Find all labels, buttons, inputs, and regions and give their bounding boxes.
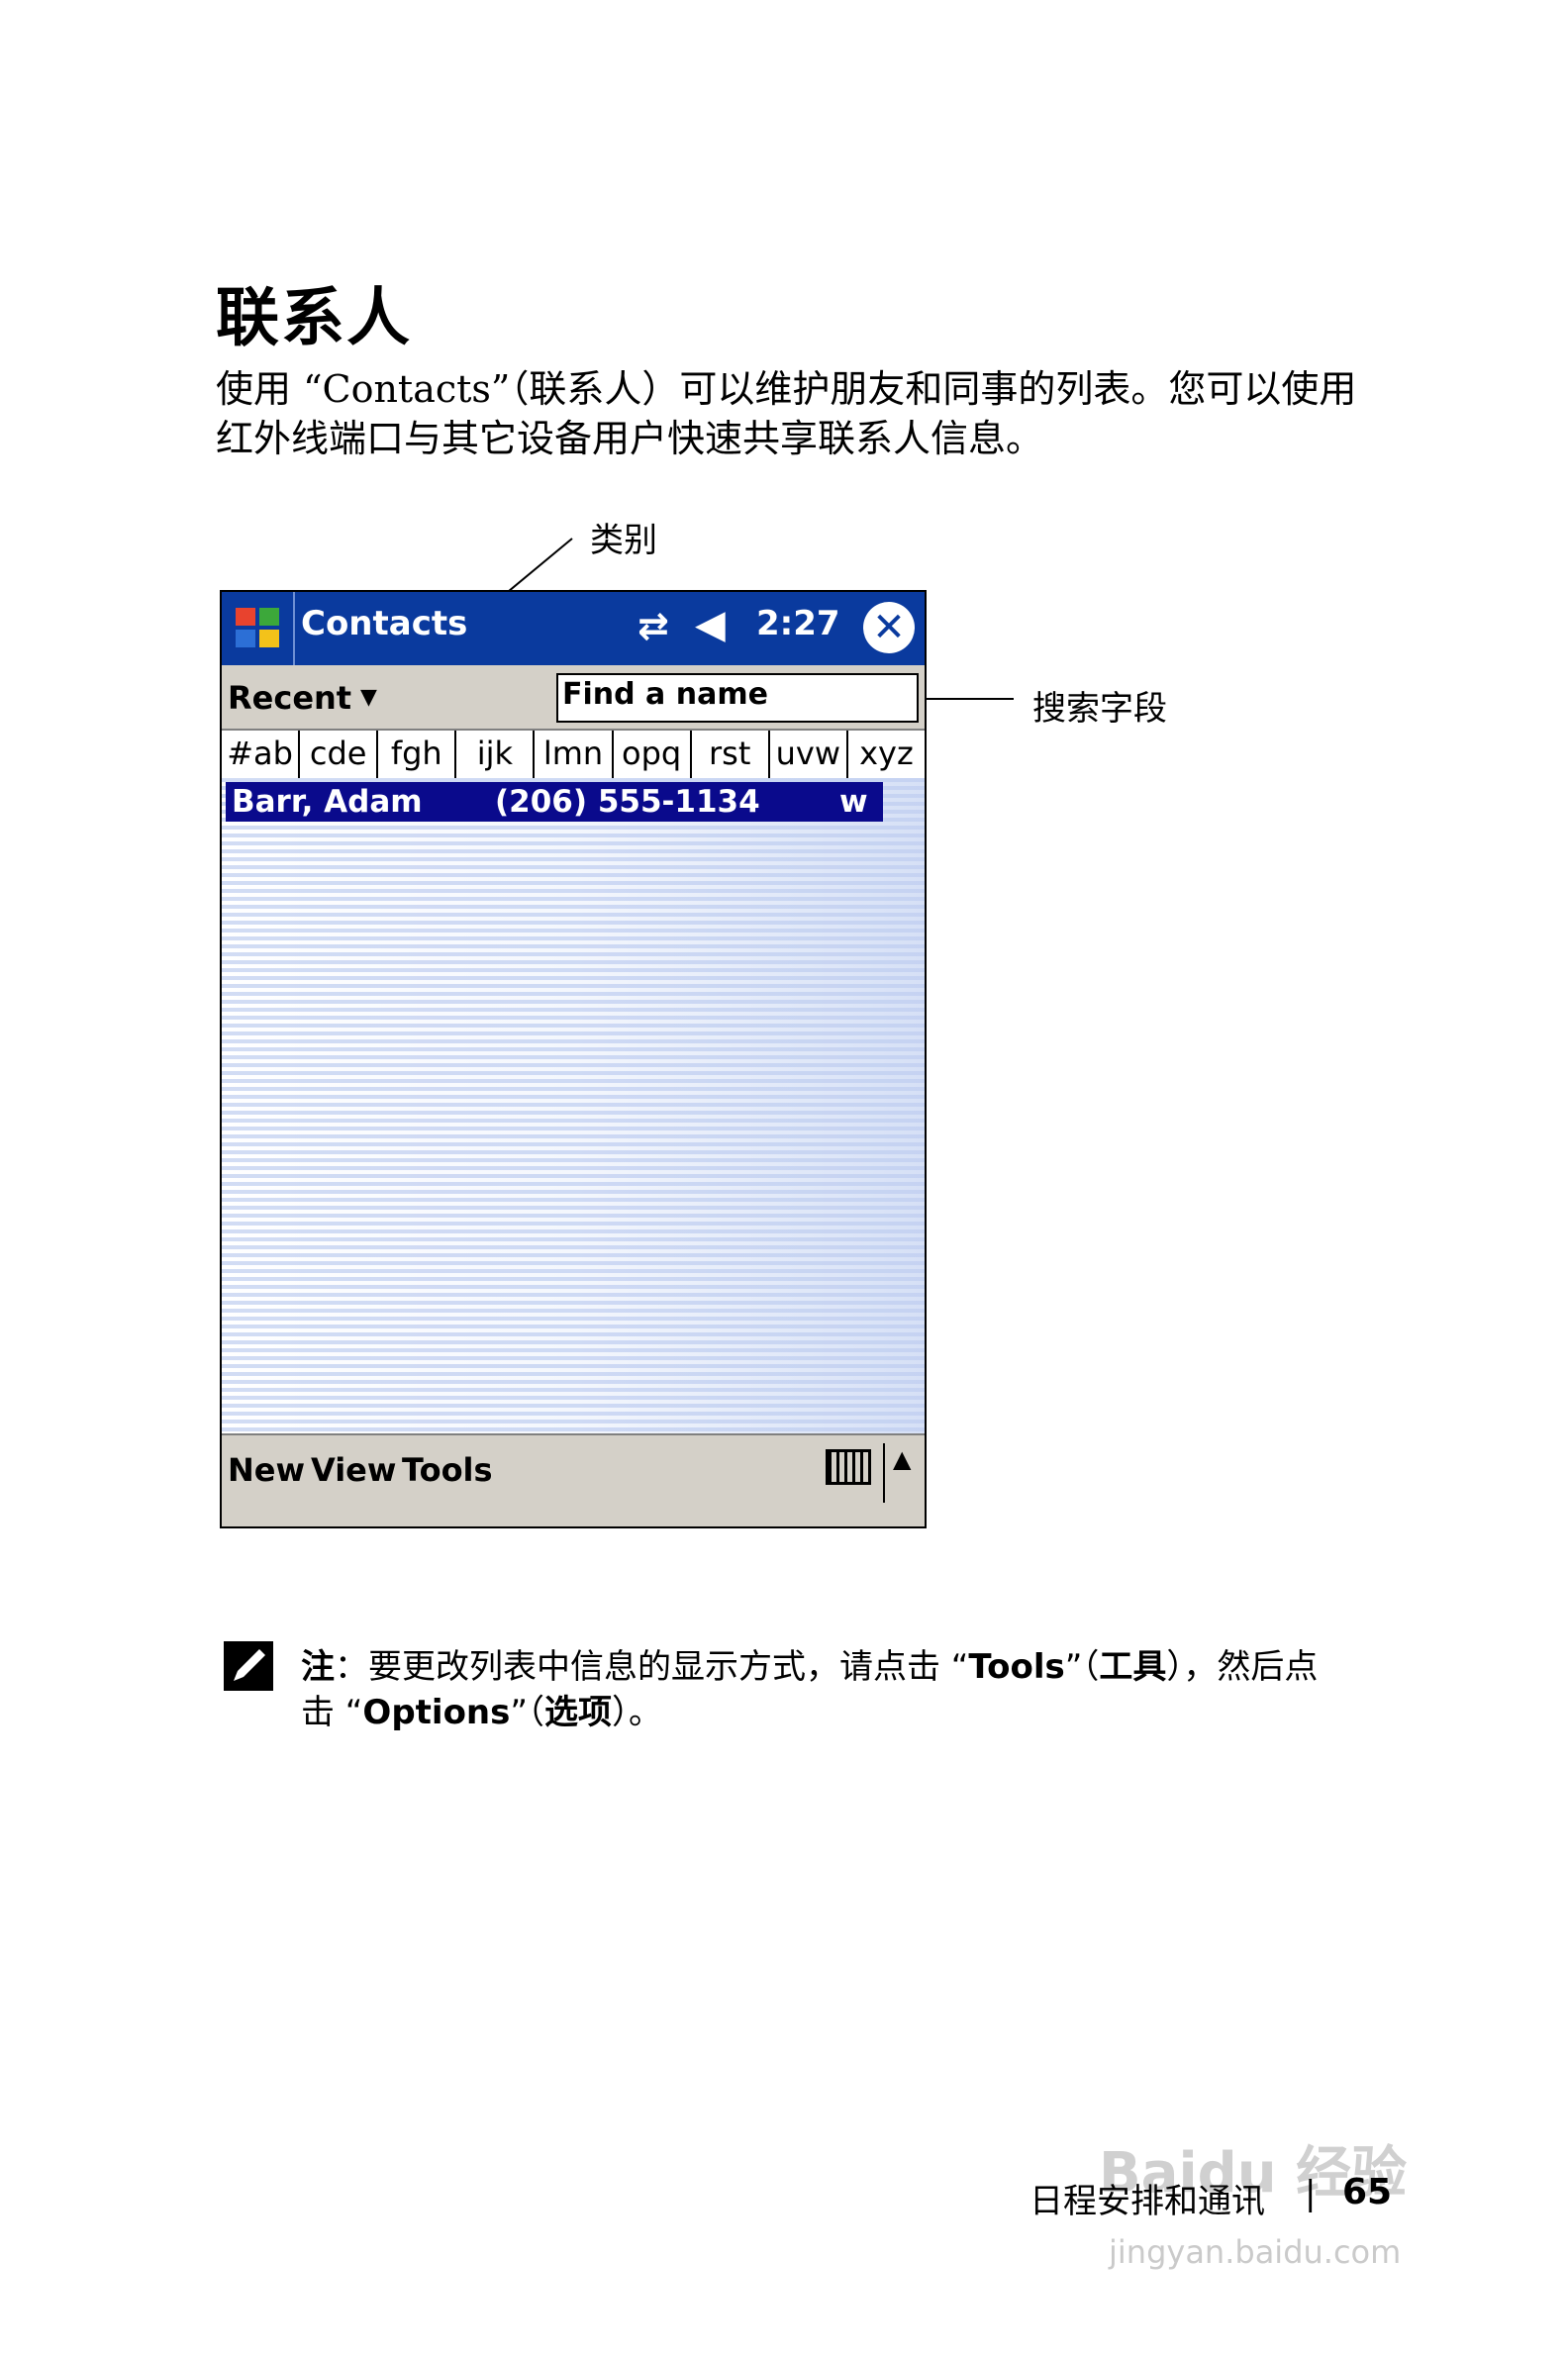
alpha-tab-lmn[interactable]: lmn <box>535 731 614 778</box>
title-bar: Contacts ⇄ ◀ 2:27 ✕ <box>222 592 925 665</box>
alpha-tab-ijk[interactable]: ijk <box>456 731 536 778</box>
alpha-tab-ab[interactable]: #ab <box>222 731 301 778</box>
windows-flag-icon <box>236 608 279 647</box>
note-pencil-icon <box>224 1641 273 1691</box>
contact-phone-type: w <box>839 784 868 820</box>
alphabet-tabs: #ab cde fgh ijk lmn opq rst uvw xyz <box>222 729 925 780</box>
keyboard-icon[interactable] <box>826 1449 871 1485</box>
intro-paragraph-line-1: 使用 “Contacts”（联系人）可以维护朋友和同事的列表。您可以使用 <box>216 367 1357 411</box>
page-number: 65 <box>1342 2172 1393 2212</box>
alpha-tab-rst[interactable]: rst <box>692 731 770 778</box>
contact-list: Barr, Adam (206) 555-1134 w <box>222 778 925 1433</box>
contacts-toolbar: Recent ▼ Find a name <box>222 665 925 729</box>
pocketpc-screenshot: Contacts ⇄ ◀ 2:27 ✕ Recent ▼ Find a name… <box>220 590 927 1528</box>
callout-search-field-label: 搜索字段 <box>1032 689 1167 729</box>
app-title: Contacts <box>301 604 468 643</box>
alpha-tab-fgh[interactable]: fgh <box>378 731 457 778</box>
note-line-1: 注：要更改列表中信息的显示方式，请点击 “Tools”（工具），然后点 <box>301 1647 1319 1687</box>
callout-category-label: 类别 <box>590 521 657 560</box>
connectivity-icon[interactable]: ⇄ <box>637 604 669 647</box>
alpha-tab-uvw[interactable]: uvw <box>770 731 848 778</box>
find-name-search-input[interactable]: Find a name <box>556 673 919 723</box>
menu-new[interactable]: New <box>228 1451 305 1489</box>
clock[interactable]: 2:27 <box>756 604 840 643</box>
intro-paragraph-line-2: 红外线端口与其它设备用户快速共享联系人信息。 <box>216 417 1044 460</box>
footer-separator: | <box>1305 2174 1317 2213</box>
category-dropdown[interactable]: Recent <box>228 679 351 717</box>
alpha-tab-xyz[interactable]: xyz <box>848 731 925 778</box>
menu-view[interactable]: View <box>311 1451 396 1489</box>
contact-name: Barr, Adam <box>232 784 423 820</box>
list-item[interactable]: Barr, Adam (206) 555-1134 w <box>226 782 883 822</box>
note-line-2: 击 “Options”（选项）。 <box>301 1693 662 1732</box>
menu-tools[interactable]: Tools <box>402 1451 493 1489</box>
page-title: 联系人 <box>216 282 412 355</box>
volume-icon[interactable]: ◀ <box>695 602 726 647</box>
footer-section-title: 日程安排和通讯 <box>1029 2182 1265 2221</box>
alpha-tab-cde[interactable]: cde <box>300 731 379 778</box>
divider <box>883 1443 885 1503</box>
note-label: 注 <box>301 1647 335 1687</box>
menu-bar: New View Tools ▲ <box>222 1433 925 1526</box>
chevron-down-icon[interactable]: ▼ <box>360 685 377 710</box>
alpha-tab-opq[interactable]: opq <box>614 731 692 778</box>
input-panel-arrow-icon[interactable]: ▲ <box>893 1445 911 1473</box>
close-icon[interactable]: ✕ <box>863 602 915 653</box>
contact-phone: (206) 555-1134 <box>495 784 760 820</box>
start-menu-button[interactable] <box>222 592 295 665</box>
watermark-url: jingyan.baidu.com <box>1109 2233 1402 2271</box>
